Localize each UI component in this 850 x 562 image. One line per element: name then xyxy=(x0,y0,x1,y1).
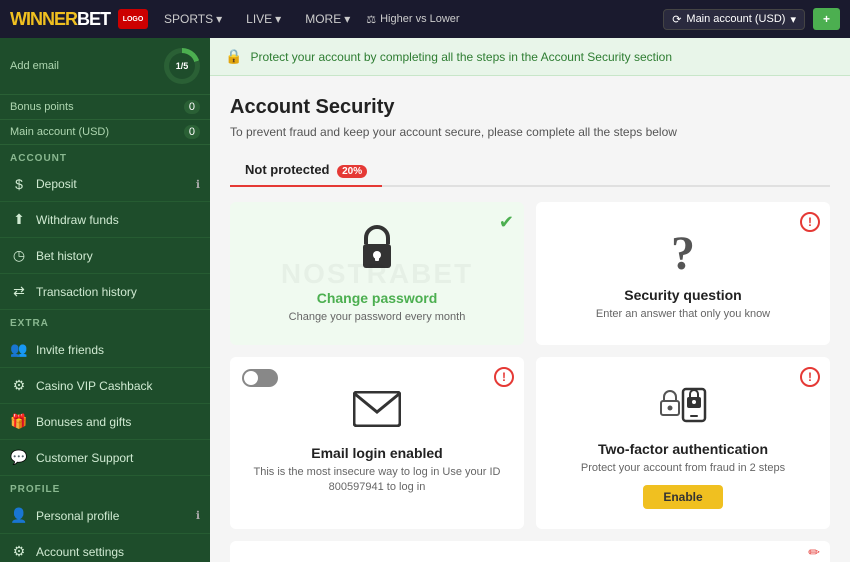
top-navigation: WINNERBET LOGO SPORTS ▾ LIVE ▾ MORE ▾ ⚖ … xyxy=(0,0,850,38)
logo: WINNERBET xyxy=(10,9,110,30)
sidebar-item-withdraw[interactable]: ⬆ Withdraw funds xyxy=(0,202,210,238)
deposit-button[interactable]: + xyxy=(813,8,840,30)
security-question-card: ! ? Security question Enter an answer th… xyxy=(536,202,830,345)
sidebar-item-vip[interactable]: ⚙ Casino VIP Cashback xyxy=(0,368,210,404)
main-account-row: Main account (USD) 0 xyxy=(0,120,210,145)
sidebar-item-account-settings[interactable]: ⚙ Account settings xyxy=(0,534,210,562)
pencil-icon: ✏ xyxy=(808,544,820,561)
sports-nav[interactable]: SPORTS ▾ xyxy=(156,8,230,30)
change-password-desc: Change your password every month xyxy=(289,310,466,325)
check-icon: ✔ xyxy=(499,212,514,233)
withdraw-icon: ⬆ xyxy=(10,211,28,228)
sidebar-item-bonuses[interactable]: 🎁 Bonuses and gifts xyxy=(0,404,210,440)
change-password-card: NOSTRABET ✔ Change password Change your … xyxy=(230,202,524,345)
warn-icon-2fa: ! xyxy=(800,367,820,387)
question-icon: ? xyxy=(671,226,695,281)
security-question-desc: Enter an answer that only you know xyxy=(596,307,770,322)
main-content: 🔒 Protect your account by completing all… xyxy=(210,38,850,562)
main-layout: Add email 1/5 Bonus points 0 Main accoun… xyxy=(0,38,850,562)
history-icon: ◷ xyxy=(10,247,28,264)
live-nav[interactable]: LIVE ▾ xyxy=(238,8,289,30)
email-login-title: Email login enabled xyxy=(311,445,442,461)
2fa-icon xyxy=(657,377,709,433)
email-icon xyxy=(353,391,401,437)
extra-section-label: EXTRA xyxy=(0,310,210,332)
bonus-points-row: Bonus points 0 xyxy=(0,95,210,120)
sidebar-item-bet-history[interactable]: ◷ Bet history xyxy=(0,238,210,274)
transaction-icon: ⇄ xyxy=(10,283,28,300)
progress-value: 1/5 xyxy=(169,53,195,79)
security-panel: Account Security To prevent fraud and ke… xyxy=(210,76,850,562)
security-tabs: Not protected 20% xyxy=(230,154,830,187)
not-protected-badge: 20% xyxy=(337,165,367,178)
profile-section-label: PROFILE xyxy=(0,476,210,498)
logo-icon: LOGO xyxy=(118,9,148,29)
sidebar-header: Add email 1/5 xyxy=(0,38,210,95)
support-icon: 💬 xyxy=(10,449,28,466)
warn-icon-email: ! xyxy=(494,367,514,387)
email-login-card: ! Email login enabled This is the most i… xyxy=(230,357,524,528)
add-email-label[interactable]: Add email xyxy=(10,60,59,72)
sidebar-item-invite[interactable]: 👥 Invite friends xyxy=(0,332,210,368)
refresh-icon: ⟳ xyxy=(672,13,681,26)
email-toggle[interactable] xyxy=(242,369,278,387)
panel-subtitle: To prevent fraud and keep your account s… xyxy=(230,125,830,139)
gift-icon: 🎁 xyxy=(10,413,28,430)
profile-icon: 👤 xyxy=(10,507,28,524)
balance-game: ⚖ Higher vs Lower xyxy=(366,13,459,26)
warn-icon-question: ! xyxy=(800,212,820,232)
more-nav[interactable]: MORE ▾ xyxy=(297,8,358,30)
settings-icon: ⚙ xyxy=(10,543,28,560)
account-section-label: ACCOUNT xyxy=(0,145,210,167)
sidebar-item-transaction-history[interactable]: ⇄ Transaction history xyxy=(0,274,210,310)
sidebar-item-personal-profile[interactable]: 👤 Personal profile ℹ xyxy=(0,498,210,534)
vip-icon: ⚙ xyxy=(10,377,28,394)
info-icon-profile: ℹ xyxy=(196,509,200,522)
two-factor-desc: Protect your account from fraud in 2 ste… xyxy=(581,461,785,476)
security-cards-grid: NOSTRABET ✔ Change password Change your … xyxy=(230,202,830,529)
tab-not-protected[interactable]: Not protected 20% xyxy=(230,154,382,185)
alert-lock-icon: 🔒 xyxy=(225,48,242,65)
progress-circle: 1/5 xyxy=(164,48,200,84)
two-factor-title: Two-factor authentication xyxy=(598,441,768,457)
security-alert-banner: 🔒 Protect your account by completing all… xyxy=(210,38,850,76)
enable-2fa-button[interactable]: Enable xyxy=(643,485,722,509)
bottom-card: ✏ xyxy=(230,541,830,562)
change-password-title: Change password xyxy=(317,290,438,306)
panel-title: Account Security xyxy=(230,96,830,119)
account-balance[interactable]: ⟳ Main account (USD) ▾ xyxy=(663,9,805,30)
alert-text: Protect your account by completing all t… xyxy=(250,50,672,64)
dropdown-icon: ▾ xyxy=(790,13,796,26)
two-factor-card: ! xyxy=(536,357,830,528)
info-icon: ℹ xyxy=(196,178,200,191)
sidebar: Add email 1/5 Bonus points 0 Main accoun… xyxy=(0,38,210,562)
email-login-desc: This is the most insecure way to log in … xyxy=(250,465,504,496)
friends-icon: 👥 xyxy=(10,341,28,358)
security-question-title: Security question xyxy=(624,287,741,303)
sidebar-item-support[interactable]: 💬 Customer Support xyxy=(0,440,210,476)
dollar-icon: $ xyxy=(10,176,28,192)
lock-card-icon xyxy=(355,222,399,282)
sidebar-item-deposit[interactable]: $ Deposit ℹ xyxy=(0,167,210,202)
